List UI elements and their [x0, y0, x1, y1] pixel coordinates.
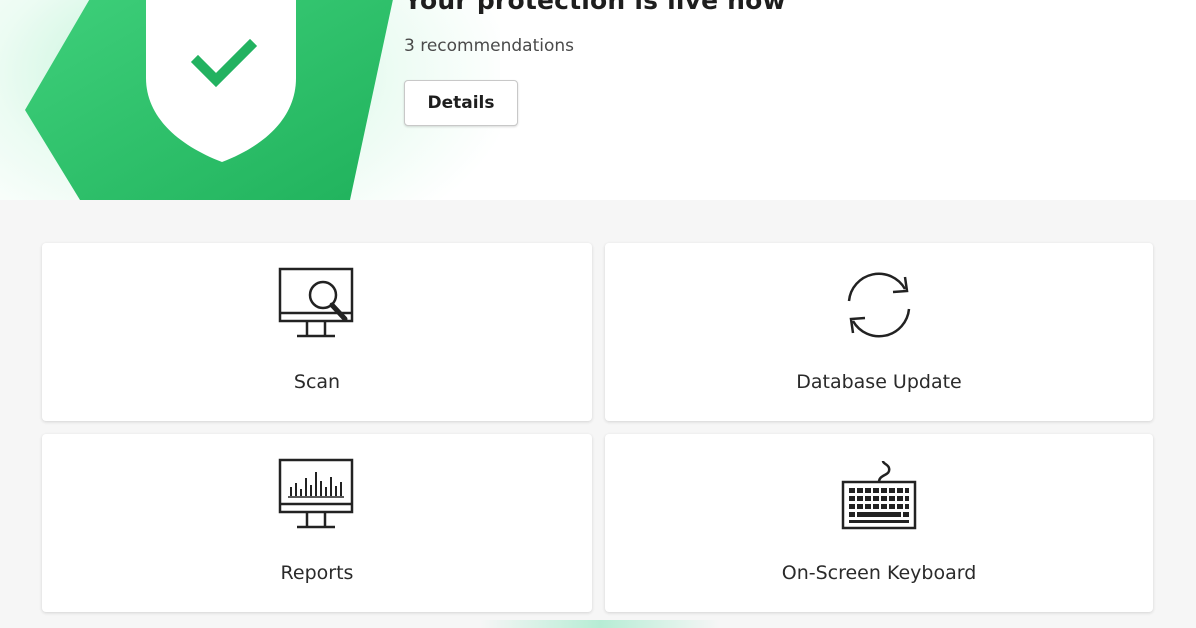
on-screen-keyboard-label: On-Screen Keyboard — [781, 562, 977, 584]
reports-label: Reports — [280, 562, 354, 584]
bottom-accent — [480, 620, 720, 628]
monitor-search-icon — [278, 267, 354, 338]
details-button[interactable]: Details — [404, 80, 518, 126]
protection-status-banner: Your protection is live now 3 recommenda… — [0, 0, 1196, 200]
database-update-label: Database Update — [796, 371, 962, 393]
shield-check-icon — [25, 0, 393, 200]
keyboard-icon — [841, 460, 917, 530]
database-update-tile[interactable]: Database Update — [605, 243, 1153, 421]
refresh-icon — [847, 272, 911, 338]
reports-tile[interactable]: Reports — [42, 434, 592, 612]
monitor-chart-icon — [278, 458, 354, 529]
scan-label: Scan — [293, 371, 341, 393]
scan-tile[interactable]: Scan — [42, 243, 592, 421]
recommendations-count: 3 recommendations — [404, 36, 575, 56]
protection-status-title: Your protection is live now — [404, 0, 786, 15]
on-screen-keyboard-tile[interactable]: On-Screen Keyboard — [605, 434, 1153, 612]
